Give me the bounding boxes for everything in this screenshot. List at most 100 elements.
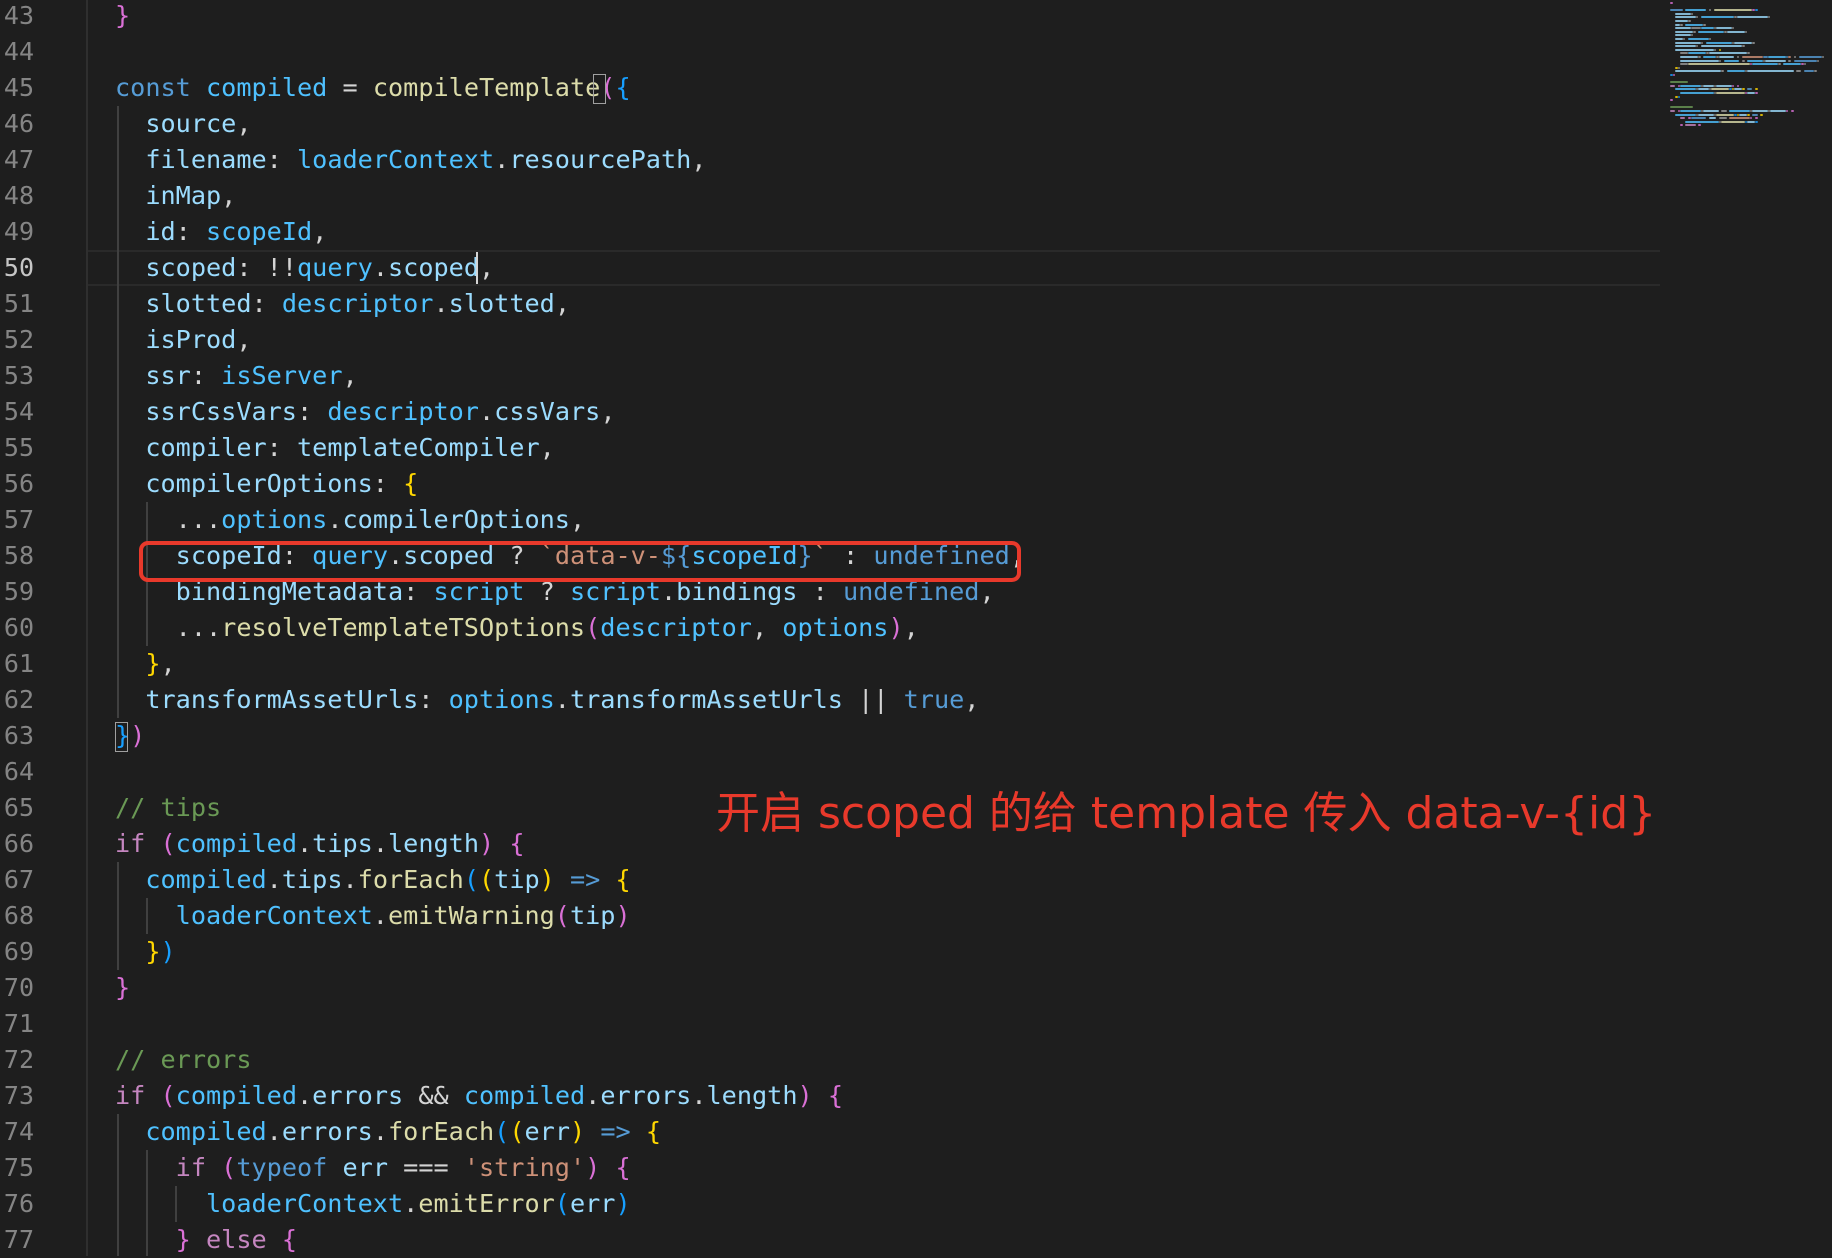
code-token: errors xyxy=(312,1081,404,1110)
minimap-line xyxy=(1736,84,1740,87)
code-token: } xyxy=(115,1,131,30)
code-token: // tips xyxy=(115,793,222,822)
code-line[interactable]: id: scopeId, xyxy=(115,214,327,250)
minimap-line xyxy=(1788,59,1791,62)
minimap-line xyxy=(1742,56,1763,58)
minimap-line xyxy=(1670,9,1683,12)
minimap-line xyxy=(1698,88,1709,91)
code-line[interactable]: // errors xyxy=(115,1042,251,1078)
code-line[interactable]: source, xyxy=(115,106,252,142)
minimap-line xyxy=(1703,56,1717,58)
minimap-line xyxy=(1721,120,1745,123)
code-line[interactable]: if (compiled.tips.length) { xyxy=(115,826,525,862)
minimap-line xyxy=(1703,110,1719,112)
code-token: , xyxy=(600,397,616,426)
minimap-line xyxy=(1765,59,1786,62)
code-line[interactable]: const compiled = compileTemplate({ xyxy=(115,70,631,106)
code-token: ) xyxy=(479,829,495,858)
minimap-line xyxy=(1680,59,1719,62)
minimap-line xyxy=(1747,59,1763,62)
code-token: , xyxy=(236,109,252,138)
code-line[interactable]: ssrCssVars: descriptor.cssVars, xyxy=(115,394,615,430)
code-token: . xyxy=(554,685,570,714)
minimap-line xyxy=(1747,120,1755,123)
annotation-text: 开启 scoped 的给 template 传入 data-v-{id} xyxy=(716,788,1657,839)
code-line[interactable]: }, xyxy=(115,646,175,682)
code-token: , xyxy=(569,505,586,534)
code-token: source xyxy=(115,109,237,138)
code-line[interactable]: inMap, xyxy=(115,178,236,214)
code-token: . xyxy=(478,397,495,426)
code-token: isProd xyxy=(115,325,237,354)
code-area[interactable]: } const compiled = compileTemplate({ sour… xyxy=(0,0,1660,1256)
code-token: errors xyxy=(281,1117,373,1146)
minimap-line xyxy=(1767,16,1771,19)
minimap-line xyxy=(1680,84,1701,87)
code-token: ) xyxy=(888,613,904,642)
code-token: options xyxy=(448,685,555,714)
code-line[interactable]: if (compiled.errors && compiled.errors.l… xyxy=(115,1078,843,1114)
minimap-line xyxy=(1718,59,1722,62)
code-token: options xyxy=(221,505,328,534)
code-line[interactable]: slotted: descriptor.slotted, xyxy=(115,286,570,322)
code-line[interactable]: loaderContext.emitWarning(tip) xyxy=(115,898,631,934)
code-line[interactable]: transformAssetUrls: options.transformAss… xyxy=(115,682,979,718)
code-line[interactable]: filename: loaderContext.resourcePath, xyxy=(115,142,706,178)
minimap-line xyxy=(1708,117,1717,120)
minimap-line xyxy=(1754,92,1758,94)
minimap-line xyxy=(1700,16,1735,19)
code-token: inMap xyxy=(115,181,222,210)
code-line[interactable]: compiled.errors.forEach((err) => { xyxy=(115,1114,661,1150)
code-line[interactable]: } xyxy=(115,970,130,1006)
minimap-line xyxy=(1821,56,1825,58)
code-line[interactable]: isProd, xyxy=(115,322,251,358)
code-token: if xyxy=(115,829,161,858)
code-line[interactable]: compiler: templateCompiler, xyxy=(115,430,554,466)
code-editor[interactable]: 43 44 45 46 47 48 49 50 51 52 53 54 55 56 57 58 59 60 61 62… xyxy=(0,0,1832,1256)
code-line[interactable]: } else { xyxy=(115,1222,297,1256)
code-token: : xyxy=(190,361,222,390)
code-line[interactable]: // tips xyxy=(115,790,221,826)
code-line[interactable]: ...resolveTemplateTSOptions(descriptor, … xyxy=(115,610,919,646)
minimap-line xyxy=(1675,38,1683,40)
code-line[interactable]: compiled.tips.forEach((tip) => { xyxy=(115,862,630,898)
minimap-line xyxy=(1718,56,1735,58)
minimap-line xyxy=(1672,74,1676,76)
code-line[interactable]: if (typeof err === 'string') { xyxy=(115,1150,631,1186)
code-line[interactable]: }) xyxy=(115,934,175,970)
code-line[interactable]: scoped: !!query.scoped, xyxy=(115,250,494,286)
code-token: : xyxy=(418,685,449,714)
minimap-line xyxy=(1675,34,1691,37)
minimap-line xyxy=(1688,38,1709,40)
code-token: === xyxy=(387,1153,464,1182)
minimap-line xyxy=(1670,84,1676,87)
code-token: ... xyxy=(115,613,222,642)
code-line[interactable]: loaderContext.emitError(err) xyxy=(115,1186,631,1222)
code-line[interactable]: compilerOptions: { xyxy=(115,466,418,502)
code-token: { xyxy=(645,1117,662,1146)
minimap-line xyxy=(1680,117,1686,120)
code-token: { xyxy=(615,1153,631,1182)
minimap-line xyxy=(1700,41,1704,44)
code-token: typeof xyxy=(236,1153,343,1182)
code-token: . xyxy=(372,253,388,282)
bracket-match-box xyxy=(115,722,128,752)
minimap-line xyxy=(1716,27,1732,30)
minimap[interactable] xyxy=(1668,0,1832,1256)
code-line[interactable]: } xyxy=(115,0,130,34)
minimap-line xyxy=(1721,70,1725,73)
code-line[interactable]: ...options.compilerOptions, xyxy=(115,502,585,538)
minimap-line xyxy=(1718,48,1722,51)
minimap-line xyxy=(1677,66,1681,69)
code-line[interactable]: ssr: isServer, xyxy=(115,358,357,394)
code-token: loaderContext xyxy=(297,145,495,174)
minimap-line xyxy=(1747,92,1755,94)
code-token: tip xyxy=(569,901,616,930)
minimap-line xyxy=(1742,59,1745,62)
code-token: ( xyxy=(221,1153,237,1182)
minimap-line xyxy=(1816,59,1820,62)
minimap-line xyxy=(1675,88,1696,91)
